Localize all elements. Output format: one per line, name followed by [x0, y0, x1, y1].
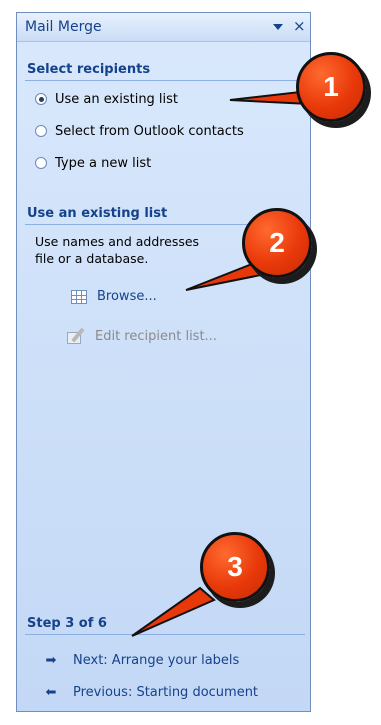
callout-number: 3	[227, 551, 243, 582]
callout-badge-2: 2	[242, 208, 312, 278]
callout-number: 1	[323, 71, 339, 102]
callout-badge-1: 1	[296, 52, 366, 122]
callout-pointer-3	[131, 586, 216, 637]
callout-number: 2	[269, 227, 285, 258]
callout-badge-3: 3	[200, 532, 270, 602]
